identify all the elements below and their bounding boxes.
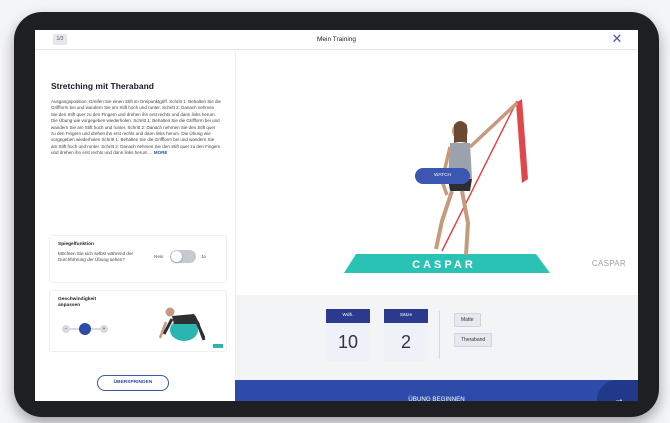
speed-indicator-badge (213, 344, 223, 348)
person-hair (454, 121, 467, 143)
repetitions-value: 10 (326, 323, 370, 361)
exercise-parameters: Wdh. 10 Sätze 2 Matte Theraband (235, 295, 638, 380)
mirror-question: Möchten Sie sich selbst während der Durc… (58, 251, 134, 262)
slider-thumb[interactable] (79, 323, 91, 335)
speed-label: Geschwindigkeit anpassen (58, 297, 97, 308)
start-exercise-button[interactable]: ÜBUNG BEGINNEN (235, 380, 638, 401)
toggle-knob (171, 251, 182, 262)
speed-card: Geschwindigkeit anpassen − + (49, 290, 227, 352)
tablet-frame: 1/3 Mein Training ✕ Stretching mit Thera… (14, 12, 659, 417)
equipment-tag-mat: Matte (454, 313, 481, 327)
speed-slider[interactable]: − + (62, 323, 108, 335)
app-screen: 1/3 Mein Training ✕ Stretching mit Thera… (35, 30, 638, 401)
close-icon[interactable]: ✕ (610, 32, 624, 46)
speed-increase-icon[interactable]: + (100, 325, 108, 333)
exercise-description: Ausgangsposition: Greifen Sie einen Stif… (51, 99, 221, 157)
sets-label: Sätze (384, 309, 428, 323)
sets-counter: Sätze 2 (384, 309, 428, 361)
header-bar: 1/3 Mein Training ✕ (35, 30, 638, 50)
mirror-function-card: Spiegelfunktion Möchten Sie sich selbst … (49, 235, 227, 283)
watch-button[interactable]: WATCH (415, 168, 470, 184)
description-text: Ausgangsposition: Greifen Sie einen Stif… (51, 99, 222, 156)
equipment-tag-theraband: Theraband (454, 333, 493, 347)
repetitions-counter: Wdh. 10 (326, 309, 370, 361)
brand-logo: CASPAR (591, 259, 626, 268)
exercise-title: Stretching mit Theraband (51, 81, 154, 91)
more-link[interactable]: MORE (154, 150, 168, 155)
mirror-toggle-group: Nein Ja (154, 250, 224, 264)
person-leg-left (434, 190, 454, 250)
exercise-info-panel: Stretching mit Theraband Ausgangspositio… (35, 51, 235, 401)
toggle-off-label: Nein (154, 254, 164, 259)
toggle-on-label: Ja (201, 254, 206, 259)
person-arm-right (468, 101, 519, 149)
theraband (516, 99, 528, 183)
skip-button[interactable]: ÜBERSPRINGEN (97, 375, 169, 391)
repetitions-label: Wdh. (326, 309, 370, 323)
divider (439, 311, 440, 359)
mirror-label: Spiegelfunktion (58, 242, 94, 247)
exercise-video[interactable]: CASPAR WATCH CASPAR (235, 51, 638, 295)
page-title: Mein Training (316, 36, 357, 43)
sets-value: 2 (384, 323, 428, 361)
mat-logo-text: CASPAR (412, 259, 476, 271)
speed-decrease-icon[interactable]: − (62, 325, 70, 333)
speed-preview-image (158, 307, 206, 341)
mirror-toggle[interactable] (170, 250, 196, 263)
